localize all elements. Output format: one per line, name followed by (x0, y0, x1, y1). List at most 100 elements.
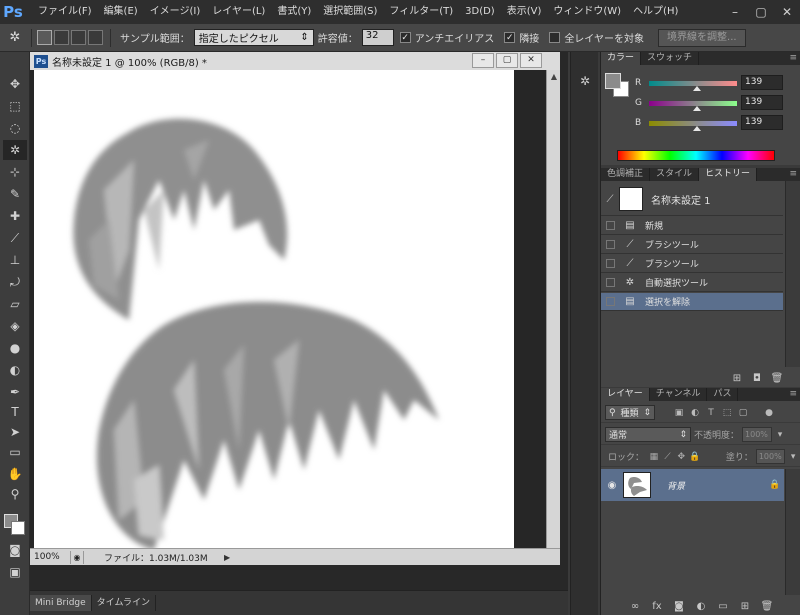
history-source-box[interactable] (606, 221, 615, 230)
path-selection-tool-icon[interactable]: ➤ (3, 422, 27, 442)
all-layers-checkbox[interactable] (549, 32, 561, 43)
menu-type[interactable]: 書式(Y) (271, 0, 317, 24)
add-selection-button[interactable] (54, 30, 69, 45)
history-item[interactable]: ✲ 自動選択ツール (601, 274, 783, 292)
magic-wand-tool-icon[interactable]: ✲ (3, 140, 27, 160)
tab-color[interactable]: カラー (601, 52, 642, 65)
filter-adjustment-icon[interactable]: ◐ (687, 408, 703, 418)
green-slider-thumb[interactable] (692, 106, 701, 111)
new-selection-button[interactable] (37, 30, 52, 45)
contiguous-checkbox[interactable]: ✓ (504, 32, 516, 43)
lasso-tool-icon[interactable]: ◌ (3, 118, 27, 138)
panel-menu-icon[interactable]: ≡ (789, 52, 797, 65)
antialias-checkbox[interactable]: ✓ (399, 32, 411, 43)
doc-maximize-button[interactable]: ▢ (496, 53, 518, 68)
zoom-level-field[interactable]: 100% (30, 552, 70, 562)
trash-icon[interactable]: 🗑 (767, 373, 787, 384)
color-spectrum-ramp[interactable] (617, 150, 775, 161)
tab-adjustments[interactable]: 色調補正 (601, 168, 651, 181)
canvas[interactable] (34, 70, 514, 550)
adjustment-layer-icon[interactable]: ◐ (691, 601, 711, 612)
status-info-icon[interactable]: ◉ (70, 550, 84, 564)
close-button[interactable]: ✕ (774, 0, 800, 24)
history-item[interactable]: ▤ 新規 (601, 217, 783, 235)
status-menu-arrow-icon[interactable]: ▶ (224, 553, 230, 562)
blue-slider-thumb[interactable] (692, 126, 701, 131)
menu-window[interactable]: ウィンドウ(W) (547, 0, 627, 24)
refine-edge-button[interactable]: 境界線を調整... (658, 28, 746, 47)
paint-bucket-tool-icon[interactable]: ◈ (3, 316, 27, 336)
opacity-dropdown-icon[interactable]: ▾ (772, 430, 788, 440)
panel-menu-icon[interactable]: ≡ (789, 168, 797, 181)
document-tab[interactable]: Ps 名称未設定 1 @ 100% (RGB/8) * – ▢ ✕ (30, 52, 560, 70)
type-tool-icon[interactable]: T (3, 402, 27, 422)
magic-wand-preset-icon[interactable]: ✲ (4, 28, 26, 48)
menu-file[interactable]: ファイル(F) (32, 0, 98, 24)
blue-value-field[interactable]: 139 (741, 115, 783, 130)
tab-layers[interactable]: レイヤー (601, 388, 650, 401)
pen-tool-icon[interactable]: ✒ (3, 382, 27, 402)
history-source-box[interactable] (606, 297, 615, 306)
menu-view[interactable]: 表示(V) (501, 0, 548, 24)
stamp-tool-icon[interactable]: ⊥ (3, 250, 27, 270)
opacity-field[interactable]: 100% (742, 427, 773, 442)
layer-kind-select[interactable]: ⚲ 種類 ⇕ (605, 405, 655, 420)
tab-paths[interactable]: パス (707, 388, 739, 401)
tab-mini-bridge[interactable]: Mini Bridge (30, 595, 92, 611)
history-item[interactable]: ⟋ ブラシツール (601, 236, 783, 254)
doc-minimize-button[interactable]: – (472, 53, 494, 68)
tab-history[interactable]: ヒストリー (699, 168, 758, 181)
quick-mask-icon[interactable]: ◙ (3, 540, 27, 560)
trash-icon[interactable]: 🗑 (757, 601, 777, 612)
fill-dropdown-icon[interactable]: ▾ (785, 452, 800, 462)
history-brush-tool-icon[interactable]: ⤾ (3, 272, 27, 292)
new-document-from-state-icon[interactable]: ⊞ (727, 373, 747, 384)
color-panel-foreground-swatch[interactable] (605, 73, 621, 89)
marquee-tool-icon[interactable]: ⬚ (3, 96, 27, 116)
blur-tool-icon[interactable]: ● (3, 338, 27, 358)
minimize-button[interactable]: – (722, 0, 748, 24)
healing-brush-tool-icon[interactable]: ✚ (3, 206, 27, 226)
screen-mode-icon[interactable]: ▣ (3, 562, 27, 582)
menu-3d[interactable]: 3D(D) (459, 0, 501, 24)
tab-swatches[interactable]: スウォッチ (641, 52, 700, 65)
filter-toggle-icon[interactable]: ● (761, 408, 777, 418)
lock-pixels-icon[interactable]: ⟋ (661, 452, 675, 462)
red-slider-thumb[interactable] (692, 86, 701, 91)
folder-icon[interactable]: ▭ (713, 601, 733, 612)
eraser-tool-icon[interactable]: ▱ (3, 294, 27, 314)
filter-smart-object-icon[interactable]: ▢ (735, 408, 751, 418)
blend-mode-select[interactable]: 通常 ⇕ (605, 427, 691, 442)
panel-menu-icon[interactable]: ≡ (789, 388, 797, 401)
menu-help[interactable]: ヘルプ(H) (627, 0, 684, 24)
history-item[interactable]: ⟋ ブラシツール (601, 255, 783, 273)
tool-presets-icon[interactable]: ✲ (576, 72, 594, 90)
filter-pixel-icon[interactable]: ▣ (671, 408, 687, 418)
lock-transparent-icon[interactable]: ▦ (647, 452, 661, 462)
filter-shape-icon[interactable]: ⬚ (719, 408, 735, 418)
hand-tool-icon[interactable]: ✋ (3, 464, 27, 484)
layers-scrollbar[interactable] (785, 469, 800, 595)
layer-row-background[interactable]: ◉ 背景 🔒 (601, 469, 784, 501)
history-source-box[interactable] (606, 259, 615, 268)
brush-tool-icon[interactable]: ⟋ (3, 228, 27, 248)
fill-field[interactable]: 100% (755, 449, 786, 464)
tab-channels[interactable]: チャンネル (650, 388, 708, 401)
eyedropper-tool-icon[interactable]: ✎ (3, 184, 27, 204)
scroll-up-icon[interactable]: ▲ (547, 70, 561, 84)
new-layer-icon[interactable]: ⊞ (735, 601, 755, 612)
history-item-selected[interactable]: ▤ 選択を解除 (601, 293, 783, 311)
history-source-box[interactable] (606, 278, 615, 287)
lock-all-icon[interactable]: 🔒 (688, 452, 702, 462)
background-color-swatch[interactable] (11, 521, 25, 535)
history-scrollbar[interactable] (785, 181, 800, 367)
dodge-tool-icon[interactable]: ◐ (3, 360, 27, 380)
fx-icon[interactable]: fx (647, 601, 667, 612)
filter-type-icon[interactable]: T (703, 408, 719, 418)
menu-layer[interactable]: レイヤー(L) (206, 0, 271, 24)
eye-icon[interactable]: ◉ (601, 480, 623, 491)
red-value-field[interactable]: 139 (741, 75, 783, 90)
vertical-scrollbar[interactable]: ▲ ▼ (546, 70, 560, 562)
crop-tool-icon[interactable]: ⊹ (3, 162, 27, 182)
zoom-tool-icon[interactable]: ⚲ (3, 484, 27, 504)
